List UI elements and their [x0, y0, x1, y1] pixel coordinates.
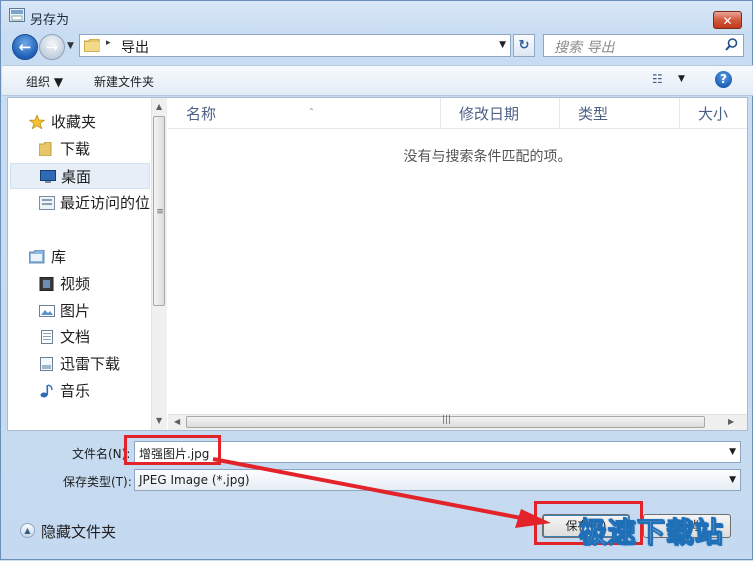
library-icon — [29, 250, 45, 264]
navigation-scrollbar[interactable]: ▲ ≡ ▼ — [151, 98, 167, 430]
sidebar-item-libraries[interactable]: 库 — [8, 244, 151, 270]
column-label: 大小 — [698, 105, 729, 123]
column-date-modified[interactable]: 修改日期 — [441, 98, 560, 128]
search-input[interactable]: 搜索 导出 — [543, 34, 744, 57]
sidebar-item-pictures[interactable]: 图片 — [8, 298, 151, 324]
address-dropdown-icon[interactable]: ▼ — [499, 40, 506, 50]
back-button[interactable]: ← — [12, 34, 38, 60]
filename-dropdown-icon[interactable]: ▼ — [729, 447, 736, 457]
column-size[interactable]: 大小 — [680, 98, 747, 128]
filename-label: 文件名(N): — [72, 447, 131, 461]
pictures-icon — [39, 305, 55, 317]
column-label: 类型 — [578, 105, 609, 123]
save-as-icon — [9, 8, 25, 22]
column-type[interactable]: 类型 — [560, 98, 680, 128]
search-placeholder: 搜索 导出 — [554, 40, 615, 56]
sidebar-label: 库 — [51, 248, 67, 266]
scrollbar-thumb[interactable]: ||| — [186, 415, 705, 428]
sidebar-label: 最近访问的位 — [60, 194, 151, 212]
file-list-hscrollbar[interactable]: ◀ ||| ▶ — [168, 414, 747, 430]
sidebar-label: 音乐 — [60, 382, 91, 400]
sidebar-label: 收藏夹 — [51, 113, 97, 131]
close-button[interactable]: ✕ — [713, 11, 742, 29]
sidebar-item-videos[interactable]: 视频 — [8, 271, 151, 297]
empty-results-message: 没有与搜索条件匹配的项。 — [403, 149, 572, 165]
sidebar-label: 视频 — [60, 275, 91, 293]
hide-folders-label: 隐藏文件夹 — [41, 523, 117, 541]
star-icon — [29, 115, 45, 129]
view-options-icon[interactable]: ☷ — [652, 72, 663, 86]
save-as-dialog: 另存为 ✕ ← → ▼ ▸ 导出 ▼ ↻ 搜索 导出 组织 ▼ 新建文件夹 ☷ … — [0, 0, 753, 560]
refresh-button[interactable]: ↻ — [513, 34, 535, 57]
grip-icon: ||| — [441, 415, 452, 425]
breadcrumb-current[interactable]: 导出 — [121, 37, 149, 57]
view-dropdown-icon[interactable]: ▼ — [678, 74, 685, 84]
column-name[interactable]: 名称 ⌃ — [168, 98, 441, 128]
folder-icon — [84, 39, 100, 52]
navigation-bar: ← → ▼ ▸ 导出 ▼ ↻ 搜索 导出 — [1, 31, 753, 65]
sort-indicator-icon: ⌃ — [308, 107, 315, 116]
filetype-select[interactable]: JPEG Image (*.jpg) ▼ — [134, 469, 741, 491]
recent-places-icon — [39, 196, 55, 210]
column-label: 名称 — [186, 105, 217, 123]
sidebar-label: 图片 — [60, 302, 91, 320]
navigation-pane: 收藏夹 下载 桌面 最近访问的位 库 视频 图片 文档 迅雷下载 音乐 ▲ ≡ … — [8, 98, 168, 430]
collapse-icon: ▲ — [20, 523, 35, 538]
filetype-label: 保存类型(T): — [63, 475, 132, 489]
filename-field[interactable]: 增强图片.jpg ▼ — [134, 441, 741, 463]
sidebar-item-music[interactable]: 音乐 — [8, 378, 151, 404]
watermark-logo: 极速下载站 — [578, 516, 725, 550]
download-folder-icon — [40, 357, 53, 371]
grip-icon: ≡ — [156, 207, 164, 217]
breadcrumb-separator[interactable]: ▸ — [106, 38, 111, 48]
scroll-right-icon[interactable]: ▶ — [728, 417, 734, 426]
sidebar-label: 文档 — [60, 328, 91, 346]
scroll-up-icon[interactable]: ▲ — [156, 102, 162, 111]
scrollbar-thumb[interactable]: ≡ — [153, 116, 165, 306]
desktop-icon — [40, 170, 56, 183]
sidebar-item-desktop[interactable]: 桌面 — [10, 163, 150, 189]
column-label: 修改日期 — [459, 105, 520, 123]
sidebar-label: 下载 — [60, 140, 91, 158]
new-folder-button[interactable]: 新建文件夹 — [94, 73, 154, 90]
title-bar: 另存为 ✕ — [1, 1, 753, 31]
help-icon[interactable]: ? — [715, 71, 732, 88]
sidebar-label: 桌面 — [61, 168, 92, 186]
sidebar-item-favorites[interactable]: 收藏夹 — [8, 109, 151, 135]
sidebar-item-documents[interactable]: 文档 — [8, 324, 151, 350]
search-icon[interactable] — [725, 38, 738, 51]
sidebar-item-xunlei-downloads[interactable]: 迅雷下载 — [8, 351, 151, 377]
column-header-row: 名称 ⌃ 修改日期 类型 大小 — [168, 98, 747, 129]
file-list-pane: 名称 ⌃ 修改日期 类型 大小 没有与搜索条件匹配的项。 ◀ ||| ▶ — [168, 98, 747, 430]
scroll-left-icon[interactable]: ◀ — [174, 417, 180, 426]
filetype-value[interactable]: JPEG Image (*.jpg) — [139, 473, 250, 487]
scroll-down-icon[interactable]: ▼ — [156, 416, 162, 425]
sidebar-item-downloads[interactable]: 下载 — [8, 136, 151, 162]
browser-body: 收藏夹 下载 桌面 最近访问的位 库 视频 图片 文档 迅雷下载 音乐 ▲ ≡ … — [7, 97, 748, 431]
address-bar[interactable]: ▸ 导出 ▼ — [79, 34, 511, 57]
command-bar: 组织 ▼ 新建文件夹 ☷ ▼ ? — [2, 65, 753, 96]
organize-menu[interactable]: 组织 ▼ — [26, 73, 63, 90]
video-icon — [39, 277, 54, 291]
music-icon — [40, 384, 53, 398]
documents-icon — [41, 330, 53, 344]
forward-button[interactable]: → — [39, 34, 65, 60]
window-title: 另存为 — [30, 13, 70, 28]
sidebar-item-recent-places[interactable]: 最近访问的位 — [8, 190, 151, 216]
filetype-dropdown-icon[interactable]: ▼ — [729, 475, 736, 485]
download-folder-icon — [39, 142, 52, 156]
filename-highlight-box — [124, 435, 221, 465]
recent-locations-dropdown[interactable]: ▼ — [67, 41, 74, 51]
sidebar-label: 迅雷下载 — [60, 355, 121, 373]
